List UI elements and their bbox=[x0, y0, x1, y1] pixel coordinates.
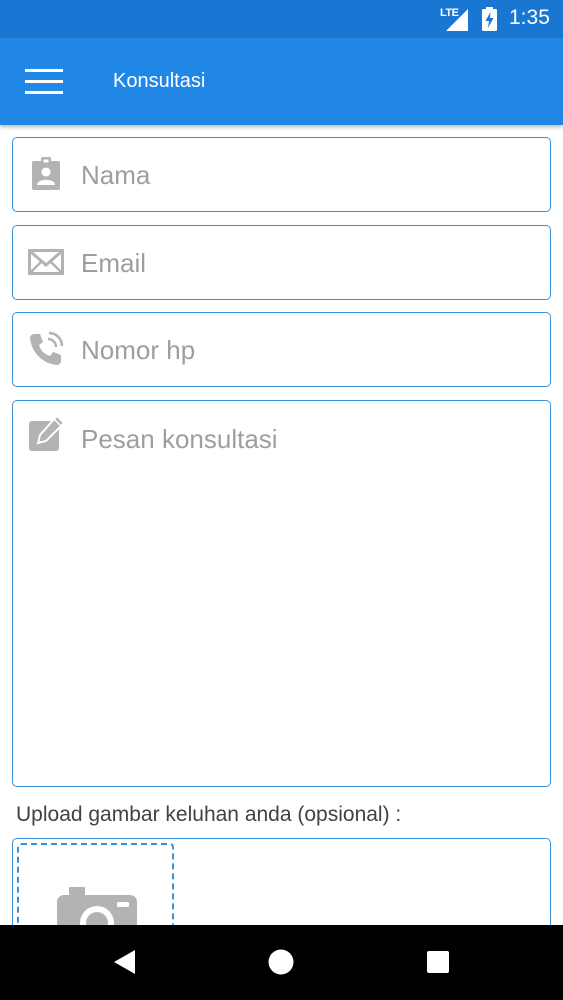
envelope-icon bbox=[28, 249, 64, 275]
message-field-container bbox=[12, 400, 551, 787]
menu-line bbox=[25, 91, 63, 94]
email-input[interactable] bbox=[81, 245, 531, 281]
phone-icon bbox=[30, 331, 64, 365]
recents-icon[interactable] bbox=[423, 947, 453, 977]
phone-field-container bbox=[12, 312, 551, 387]
contact-badge-icon bbox=[32, 157, 60, 190]
signal-icon bbox=[446, 9, 468, 31]
upload-label: Upload gambar keluhan anda (opsional) : bbox=[16, 803, 402, 826]
hamburger-menu-icon[interactable] bbox=[18, 60, 70, 104]
status-bar: LTE 1:35 bbox=[0, 0, 563, 38]
name-field-container bbox=[12, 137, 551, 212]
battery-charging-icon bbox=[482, 7, 497, 31]
phone-input[interactable] bbox=[81, 332, 531, 368]
edit-icon bbox=[29, 415, 65, 451]
system-nav-bar bbox=[0, 925, 563, 1000]
home-icon[interactable] bbox=[266, 947, 296, 977]
menu-line bbox=[25, 80, 63, 83]
back-icon[interactable] bbox=[111, 947, 141, 977]
page-title: Konsultasi bbox=[113, 70, 206, 92]
name-input[interactable] bbox=[81, 157, 531, 193]
app-bar: Konsultasi bbox=[0, 38, 563, 125]
clock: 1:35 bbox=[509, 6, 550, 29]
message-textarea[interactable] bbox=[81, 421, 531, 771]
menu-line bbox=[25, 69, 63, 72]
email-field-container bbox=[12, 225, 551, 300]
